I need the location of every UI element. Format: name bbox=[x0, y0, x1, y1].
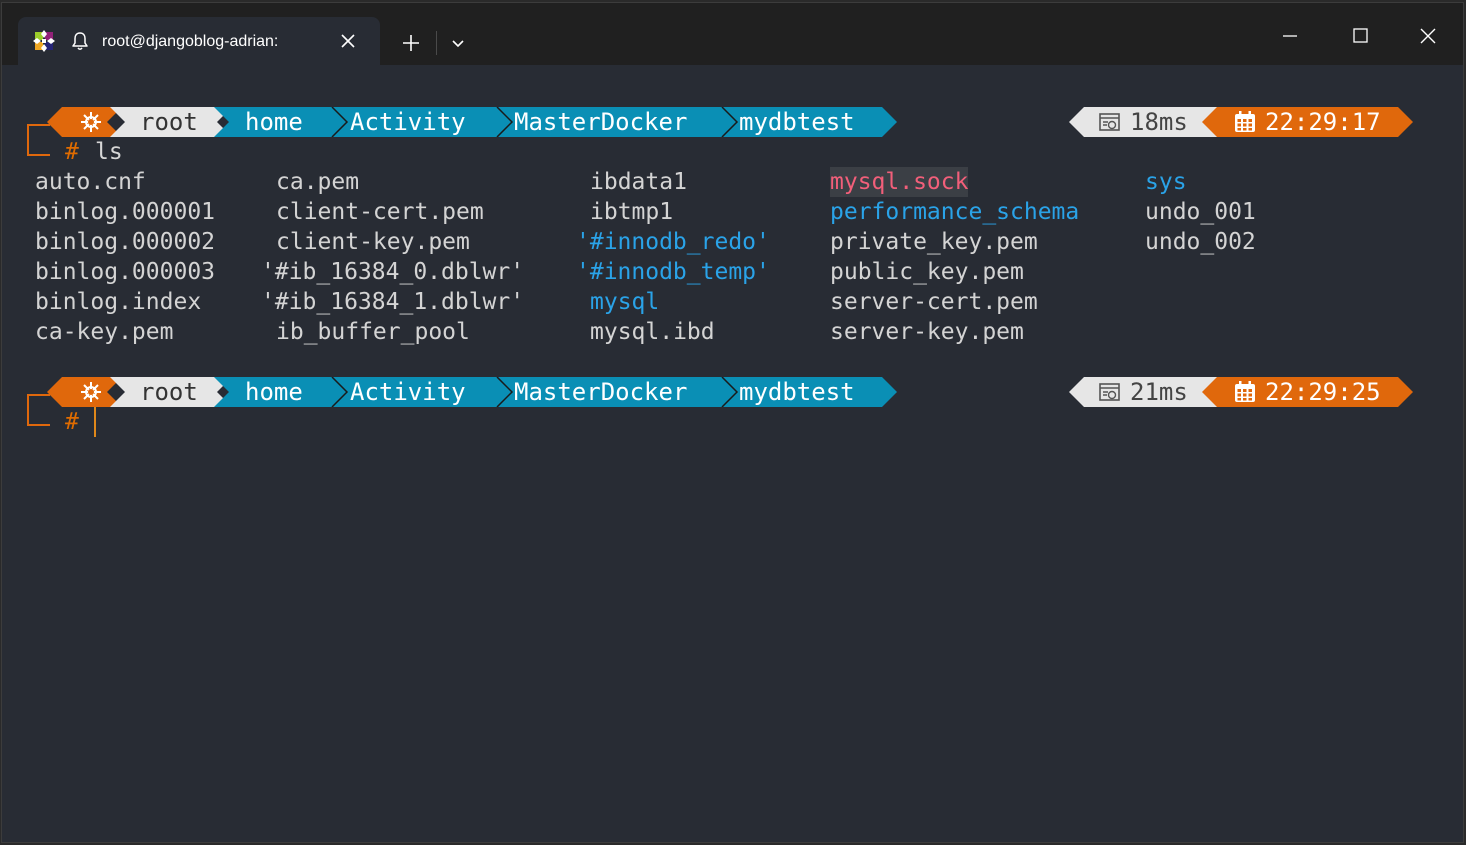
clock: 22:29:25 bbox=[1265, 378, 1381, 406]
calendar-icon bbox=[1235, 111, 1255, 132]
terminal-tab[interactable]: root@djangoblog-adrian: bbox=[18, 17, 380, 65]
close-icon[interactable] bbox=[1410, 21, 1446, 51]
directory-entry: sys bbox=[1145, 169, 1187, 195]
command-text: ls bbox=[95, 139, 123, 165]
stopwatch-window-icon bbox=[1099, 113, 1120, 131]
socket-entry: mysql.sock bbox=[830, 167, 969, 197]
file-entry: undo_001 bbox=[1145, 199, 1256, 225]
file-entry: client-cert.pem bbox=[276, 199, 484, 225]
directory-entry: '#innodb_redo' bbox=[576, 229, 770, 255]
file-entry: ca-key.pem bbox=[35, 319, 174, 345]
file-entry: ibdata1 bbox=[590, 169, 687, 195]
text-cursor bbox=[94, 407, 96, 437]
path-segment: MasterDocker bbox=[514, 108, 688, 136]
file-entry: client-key.pem bbox=[276, 229, 470, 255]
file-entry: '#ib_16384_1.dblwr' bbox=[261, 289, 525, 315]
path-segment: Activity bbox=[350, 378, 466, 406]
prompt-symbol: # bbox=[65, 139, 79, 165]
gear-logo-icon bbox=[81, 112, 101, 132]
prompt-line: root home Activity MasterDocker mydbtest… bbox=[2, 107, 1463, 137]
file-entry: binlog.000003 bbox=[35, 259, 216, 285]
file-entry: server-cert.pem bbox=[830, 289, 1038, 315]
file-entry: '#ib_16384_0.dblwr' bbox=[261, 259, 525, 285]
maximize-icon[interactable] bbox=[1342, 21, 1378, 51]
stopwatch-window-icon bbox=[1099, 383, 1120, 401]
file-entry: ca.pem bbox=[276, 169, 360, 195]
file-entry: binlog.000002 bbox=[35, 229, 216, 255]
gear-logo-icon bbox=[81, 382, 101, 402]
file-entry: binlog.000001 bbox=[35, 199, 216, 225]
file-entry: undo_002 bbox=[1145, 229, 1256, 255]
exec-time: 18ms bbox=[1130, 108, 1188, 136]
clock: 22:29:17 bbox=[1265, 108, 1381, 136]
path-segment: mydbtest bbox=[739, 108, 855, 136]
directory-entry: '#innodb_temp' bbox=[576, 259, 770, 285]
path-segment: home bbox=[245, 378, 303, 406]
file-entry: ibtmp1 bbox=[590, 199, 674, 225]
file-entry: binlog.index bbox=[35, 289, 202, 315]
directory-entry: performance_schema bbox=[830, 199, 1080, 225]
tab-divider bbox=[436, 31, 437, 55]
path-segment: home bbox=[245, 108, 303, 136]
prompt-bracket bbox=[27, 394, 50, 426]
terminal-window: root@djangoblog-adrian: root home Activi… bbox=[1, 2, 1464, 843]
prompt-line: root home Activity MasterDocker mydbtest… bbox=[2, 377, 1463, 407]
directory-entry: mysql bbox=[590, 289, 660, 315]
tab-title: root@djangoblog-adrian: bbox=[102, 33, 279, 50]
file-entry: mysql.ibd bbox=[590, 319, 715, 345]
prompt-user: root bbox=[140, 108, 198, 136]
prompt-symbol: # bbox=[65, 409, 79, 435]
prompt-bracket bbox=[27, 124, 50, 156]
exec-time: 21ms bbox=[1130, 378, 1188, 406]
file-entry: private_key.pem bbox=[830, 229, 1038, 255]
close-icon[interactable] bbox=[338, 30, 358, 52]
minimize-icon[interactable] bbox=[1272, 21, 1308, 51]
terminal-output[interactable]: root home Activity MasterDocker mydbtest… bbox=[2, 65, 1463, 842]
path-segment: MasterDocker bbox=[514, 378, 688, 406]
centos-logo-icon bbox=[33, 30, 55, 52]
bell-icon bbox=[72, 32, 88, 50]
prompt-user: root bbox=[140, 378, 198, 406]
title-bar: root@djangoblog-adrian: bbox=[2, 3, 1463, 65]
path-segment: mydbtest bbox=[739, 378, 855, 406]
file-entry: ib_buffer_pool bbox=[276, 319, 470, 345]
calendar-icon bbox=[1235, 381, 1255, 402]
path-segment: Activity bbox=[350, 108, 466, 136]
chevron-down-icon[interactable] bbox=[446, 31, 470, 55]
file-entry: server-key.pem bbox=[830, 319, 1024, 345]
file-entry: auto.cnf bbox=[35, 169, 146, 195]
plus-icon[interactable] bbox=[398, 30, 424, 56]
file-entry: public_key.pem bbox=[830, 259, 1024, 285]
